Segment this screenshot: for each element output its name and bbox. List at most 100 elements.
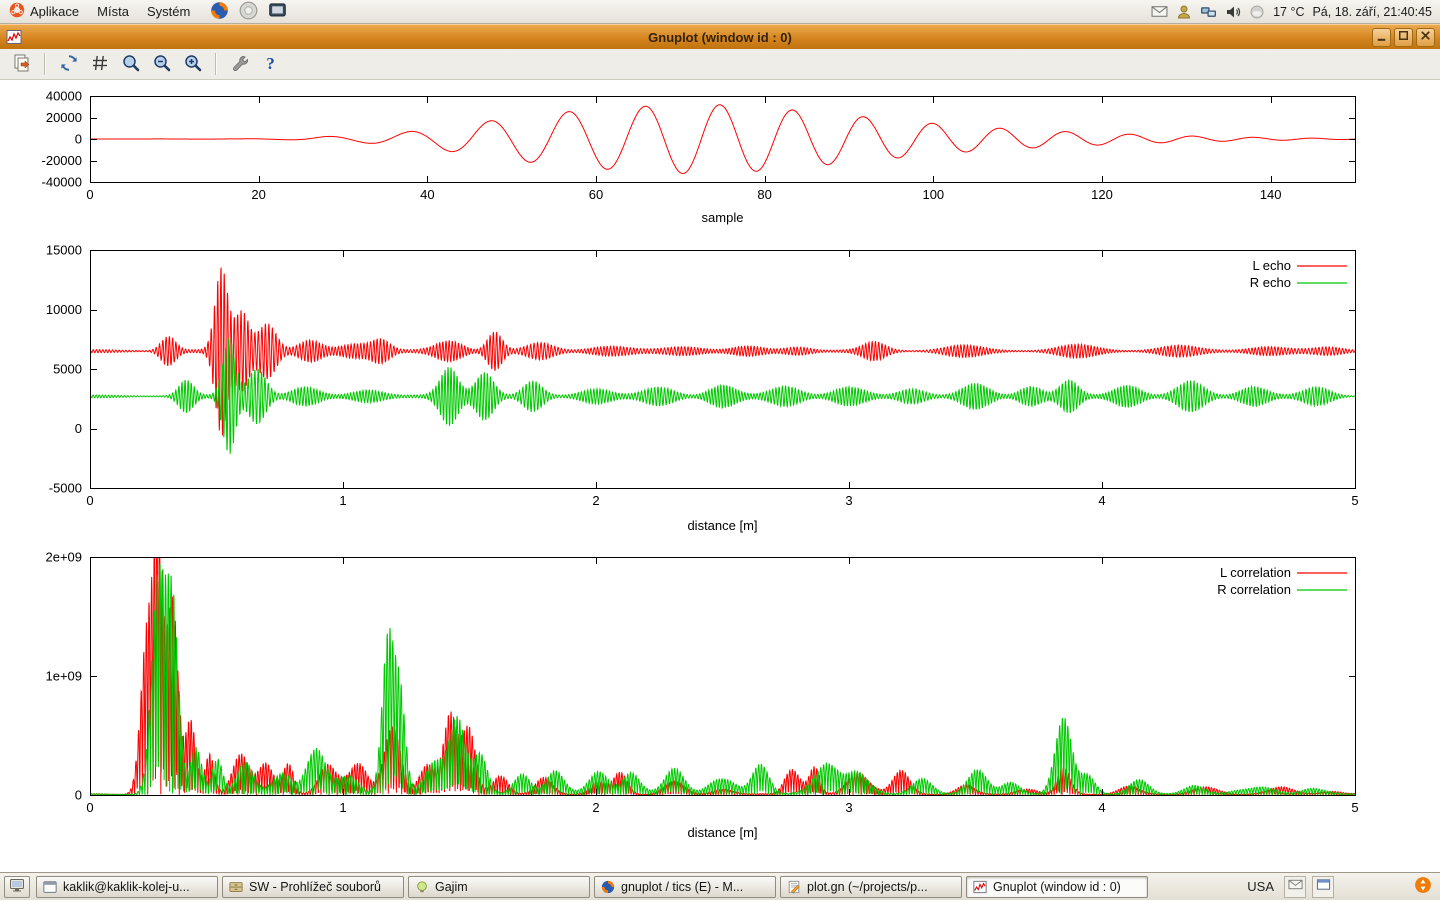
minimize-icon <box>1374 28 1389 46</box>
menu-system-label: Systém <box>147 4 190 19</box>
taskbar-items: kaklik@kaklik-kolej-u... SW - Prohlížeč … <box>36 876 1148 898</box>
svg-text:80: 80 <box>757 187 771 202</box>
taskbar-window-label: SW - Prohlížeč souborů <box>249 880 381 894</box>
toolbar-separator <box>215 53 217 75</box>
update-notifier-icon <box>1414 876 1432 897</box>
taskbar-window-label: Gnuplot (window id : 0) <box>993 880 1121 894</box>
svg-text:5: 5 <box>1351 800 1358 815</box>
plot-canvas[interactable]: 020406080100120140-40000-200000200004000… <box>0 80 1440 872</box>
gnuplot-icon <box>973 880 987 894</box>
help-button[interactable]: ? <box>257 51 284 78</box>
svg-text:R echo: R echo <box>1250 275 1291 290</box>
mail-notification-icon[interactable] <box>1151 3 1168 20</box>
update-notifier-button[interactable] <box>1412 876 1434 898</box>
svg-text:5: 5 <box>1351 493 1358 508</box>
show-desktop-icon <box>9 877 25 896</box>
svg-text:0: 0 <box>86 493 93 508</box>
svg-text:40000: 40000 <box>46 89 82 104</box>
menu-places[interactable]: Místa <box>88 0 138 23</box>
gnuplot-window-icon <box>6 29 22 45</box>
svg-text:-20000: -20000 <box>42 153 82 168</box>
taskbar-window-button[interactable]: SW - Prohlížeč souborů <box>222 876 404 898</box>
top-panel: Aplikace Místa Systém 17 °C Pá, <box>0 0 1440 24</box>
svg-text:distance [m]: distance [m] <box>687 825 757 840</box>
svg-text:120: 120 <box>1091 187 1113 202</box>
mail-tray-icon[interactable] <box>1284 876 1306 898</box>
clock-applet[interactable]: Pá, 18. září, 21:40:45 <box>1312 5 1432 19</box>
copy-to-clipboard-button[interactable] <box>8 51 35 78</box>
svg-text:2e+09: 2e+09 <box>45 550 82 565</box>
close-icon <box>1418 28 1433 46</box>
screen-icon <box>268 1 287 23</box>
weather-icon <box>1249 4 1265 20</box>
panel-tray: 17 °C Pá, 18. září, 21:40:45 <box>1151 3 1440 20</box>
minimize-button[interactable] <box>1372 28 1391 47</box>
zoom-previous-button[interactable] <box>117 51 144 78</box>
firefox-launcher[interactable] <box>209 1 230 22</box>
window-titlebar[interactable]: Gnuplot (window id : 0) <box>0 24 1440 49</box>
svg-text:-40000: -40000 <box>42 175 82 190</box>
terminal-icon <box>43 880 57 894</box>
refresh-icon <box>59 53 79 76</box>
menu-applications-label: Aplikace <box>30 4 79 19</box>
mail-icon <box>1288 877 1303 897</box>
network-icon[interactable] <box>1200 3 1217 20</box>
taskbar-window-label: Gajim <box>435 880 468 894</box>
copy-icon <box>12 53 32 76</box>
svg-text:1: 1 <box>339 800 346 815</box>
svg-text:140: 140 <box>1260 187 1282 202</box>
maximize-button[interactable] <box>1394 28 1413 47</box>
taskbar-window-button[interactable]: Gajim <box>408 876 590 898</box>
svg-text:5000: 5000 <box>53 362 82 377</box>
file-manager-icon <box>229 880 243 894</box>
taskbar-window-button[interactable]: Gnuplot (window id : 0) <box>966 876 1148 898</box>
settings-button[interactable] <box>226 51 253 78</box>
svg-text:R correlation: R correlation <box>1217 582 1291 597</box>
svg-text:10000: 10000 <box>46 302 82 317</box>
zoom-in-icon <box>183 53 203 76</box>
zoom-out-button[interactable] <box>148 51 175 78</box>
help-launcher[interactable] <box>238 1 259 22</box>
window-list-tray-icon[interactable] <box>1312 876 1334 898</box>
gajim-icon <box>415 880 429 894</box>
panel-launchers <box>209 1 288 22</box>
taskbar: kaklik@kaklik-kolej-u... SW - Prohlížeč … <box>0 872 1440 900</box>
svg-text:-5000: -5000 <box>49 481 82 496</box>
svg-text:2: 2 <box>592 493 599 508</box>
svg-text:L correlation: L correlation <box>1220 565 1291 580</box>
zoom-in-button[interactable] <box>179 51 206 78</box>
taskbar-window-button[interactable]: plot.gn (~/projects/p... <box>780 876 962 898</box>
taskbar-window-button[interactable]: gnuplot / tics (E) - M... <box>594 876 776 898</box>
taskbar-window-button[interactable]: kaklik@kaklik-kolej-u... <box>36 876 218 898</box>
screenshot-launcher[interactable] <box>267 1 288 22</box>
svg-text:20: 20 <box>251 187 265 202</box>
svg-text:0: 0 <box>75 788 82 803</box>
zoom-previous-icon <box>121 53 141 76</box>
text-editor-icon <box>787 880 801 894</box>
plots-svg: 020406080100120140-40000-200000200004000… <box>0 80 1440 872</box>
keyboard-layout-indicator[interactable]: USA <box>1247 879 1274 894</box>
svg-text:sample: sample <box>702 210 744 225</box>
user-switcher-icon[interactable] <box>1176 4 1192 20</box>
toggle-grid-button[interactable] <box>86 51 113 78</box>
svg-text:L echo: L echo <box>1252 258 1291 273</box>
wrench-icon <box>230 53 250 76</box>
volume-icon[interactable] <box>1225 4 1241 20</box>
gnuplot-toolbar: ? <box>0 49 1440 80</box>
svg-text:0: 0 <box>86 800 93 815</box>
firefox-icon <box>601 880 615 894</box>
close-button[interactable] <box>1416 28 1435 47</box>
svg-text:0: 0 <box>75 132 82 147</box>
replot-button[interactable] <box>55 51 82 78</box>
grid-icon <box>90 53 110 76</box>
svg-text:60: 60 <box>589 187 603 202</box>
taskbar-window-label: plot.gn (~/projects/p... <box>807 880 928 894</box>
svg-text:2: 2 <box>592 800 599 815</box>
menu-applications[interactable]: Aplikace <box>0 0 88 23</box>
taskbar-tray: USA <box>1247 876 1436 898</box>
temperature-indicator[interactable]: 17 °C <box>1273 5 1304 19</box>
menu-system[interactable]: Systém <box>138 0 199 23</box>
svg-text:3: 3 <box>845 493 852 508</box>
show-desktop-button[interactable] <box>4 876 30 898</box>
firefox-icon <box>210 1 229 23</box>
